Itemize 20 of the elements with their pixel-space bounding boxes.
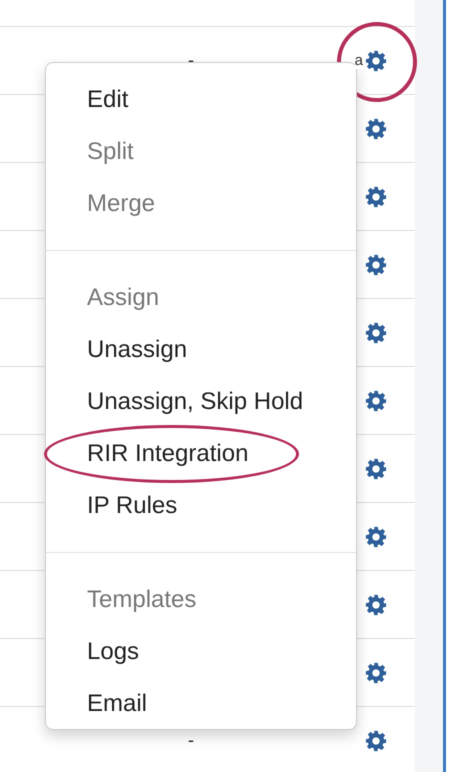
menu-item[interactable]: IP Rules bbox=[46, 480, 356, 532]
menu-item[interactable]: Unassign bbox=[46, 324, 356, 376]
table-cell: - bbox=[188, 50, 194, 71]
menu-item[interactable]: Unassign, Skip Hold bbox=[46, 376, 356, 428]
settings-icon[interactable] bbox=[365, 390, 387, 412]
menu-item[interactable]: Logs bbox=[46, 626, 356, 678]
settings-icon[interactable] bbox=[365, 50, 387, 72]
settings-icon[interactable] bbox=[365, 594, 387, 616]
menu-item[interactable]: Edit bbox=[46, 74, 356, 126]
menu-item[interactable]: Email bbox=[46, 678, 356, 730]
settings-icon[interactable] bbox=[365, 118, 387, 140]
settings-icon[interactable] bbox=[365, 254, 387, 276]
settings-icon[interactable] bbox=[365, 662, 387, 684]
settings-icon[interactable] bbox=[365, 526, 387, 548]
settings-icon[interactable] bbox=[365, 322, 387, 344]
settings-icon[interactable] bbox=[365, 186, 387, 208]
menu-item[interactable]: RIR Integration bbox=[46, 428, 356, 480]
table-cell: - bbox=[188, 730, 194, 751]
settings-icon[interactable] bbox=[365, 458, 387, 480]
settings-icon[interactable] bbox=[365, 730, 387, 752]
